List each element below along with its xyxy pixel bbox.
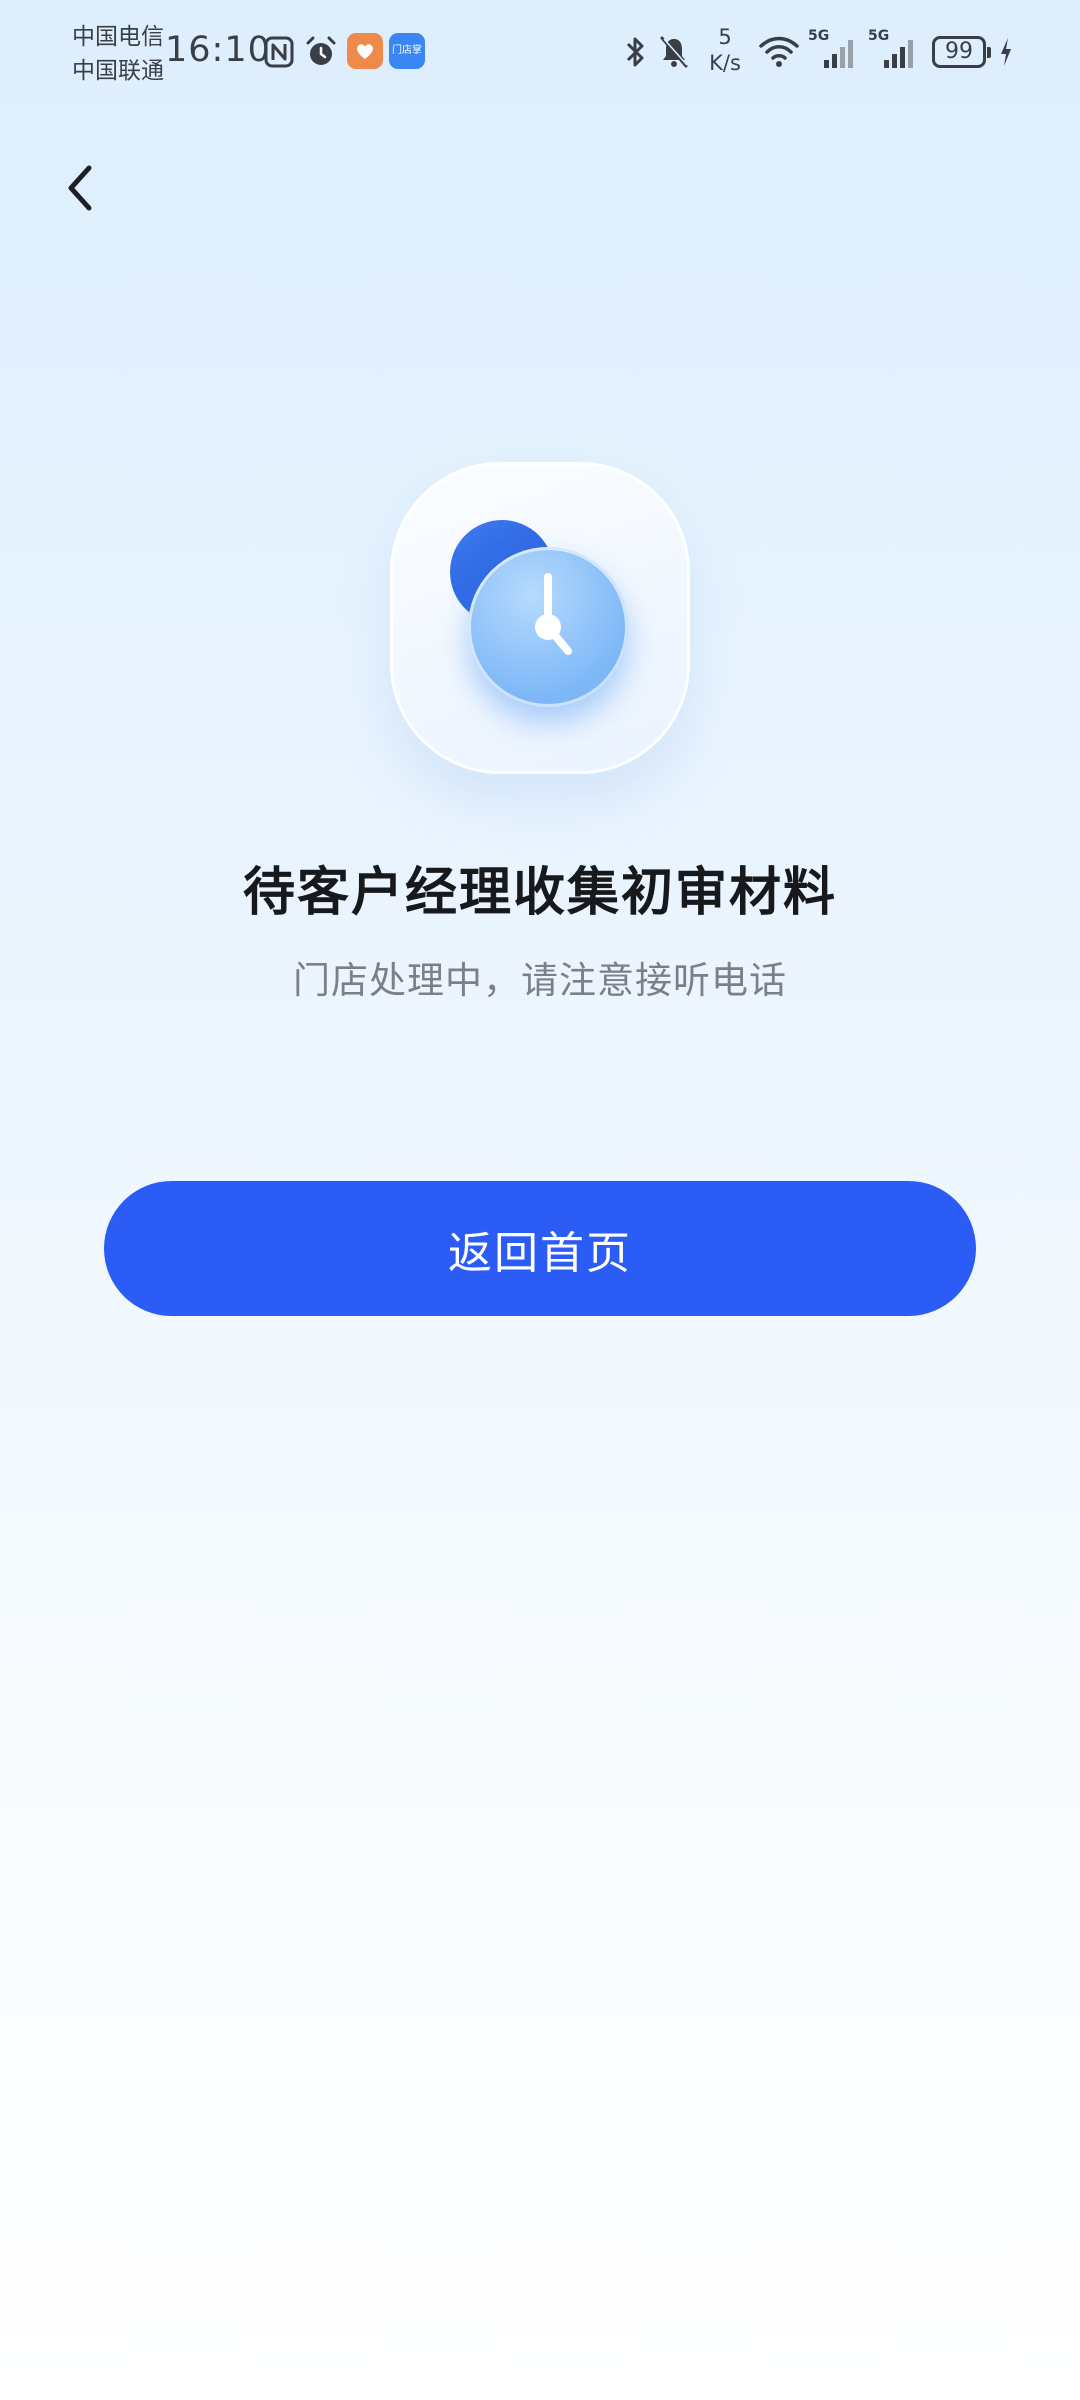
- battery-indicator: 99: [932, 36, 991, 68]
- bluetooth-icon: [620, 32, 652, 72]
- signal-1-label: 5G: [808, 28, 830, 44]
- carrier-2: 中国联通: [72, 58, 164, 84]
- status-time: 16:10: [165, 30, 271, 70]
- heart-app-icon: [347, 33, 383, 69]
- network-speed-value: 5: [718, 25, 732, 49]
- signal-icon: 5G: [808, 28, 862, 72]
- alarm-icon: [302, 32, 340, 72]
- clock-icon: [468, 547, 628, 707]
- back-button[interactable]: [50, 158, 110, 218]
- status-bar: 中国电信 中国联通 16:10 门店掌 5 K/s 5G 5G 99: [0, 0, 1080, 110]
- pending-illustration: [390, 462, 690, 774]
- network-speed: 5 K/s: [703, 24, 747, 76]
- page-title: 待客户经理收集初审材料: [242, 863, 837, 923]
- store-app-icon: 门店掌: [389, 33, 425, 69]
- signal-icon: 5G: [868, 28, 922, 72]
- return-home-button[interactable]: 返回首页: [104, 1181, 976, 1316]
- bell-muted-icon: [656, 32, 692, 72]
- nfc-icon: [262, 32, 296, 72]
- page-subtitle: 门店处理中，请注意接听电话: [293, 959, 787, 1002]
- chevron-left-icon: [68, 165, 92, 211]
- signal-2-label: 5G: [868, 28, 890, 44]
- carrier-1: 中国电信: [72, 24, 164, 50]
- charging-icon: [996, 32, 1016, 72]
- carrier-names: 中国电信 中国联通: [72, 20, 172, 88]
- wifi-icon: [756, 32, 802, 72]
- network-speed-unit: K/s: [709, 51, 741, 75]
